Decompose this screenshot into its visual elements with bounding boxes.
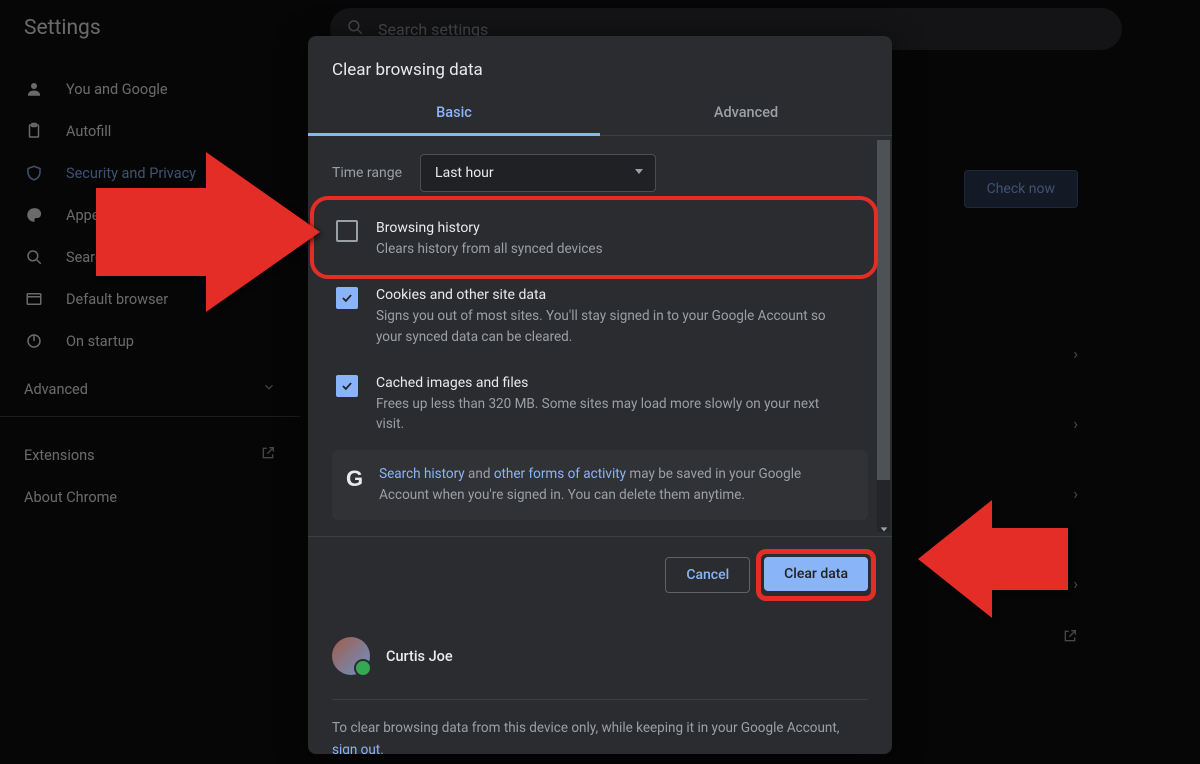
option-desc: Clears history from all synced devices (376, 239, 603, 259)
scrollbar-down-arrow[interactable] (877, 522, 890, 536)
activity-link[interactable]: other forms of activity (494, 466, 626, 482)
checkbox[interactable] (336, 220, 358, 242)
option-cached[interactable]: Cached images and files Frees up less th… (336, 361, 868, 449)
annotation-arrow-right (96, 152, 320, 312)
search-history-link[interactable]: Search history (379, 466, 465, 482)
time-range-label: Time range (332, 165, 402, 181)
chevron-down-icon (633, 165, 645, 181)
user-name: Curtis Joe (386, 648, 453, 665)
text: . (380, 742, 384, 754)
cancel-button[interactable]: Cancel (665, 557, 750, 593)
text: To clear browsing data from this device … (332, 720, 839, 736)
clear-browsing-data-dialog: Clear browsing data Basic Advanced Time … (308, 36, 892, 754)
option-cookies[interactable]: Cookies and other site data Signs you ou… (336, 273, 868, 361)
checkbox[interactable] (336, 287, 358, 309)
avatar (332, 637, 370, 675)
time-range-value: Last hour (435, 165, 494, 181)
clear-data-button[interactable]: Clear data (764, 557, 868, 591)
time-range-select[interactable]: Last hour (420, 154, 656, 192)
option-title: Browsing history (376, 218, 603, 239)
google-g-icon: G (346, 466, 363, 492)
sign-out-note: To clear browsing data from this device … (332, 700, 868, 754)
option-title: Cookies and other site data (376, 285, 846, 306)
annotation-arrow-left (918, 500, 1068, 618)
tab-advanced[interactable]: Advanced (600, 92, 892, 135)
dialog-title: Clear browsing data (308, 36, 892, 92)
signed-in-user: Curtis Joe (332, 627, 868, 700)
tab-basic[interactable]: Basic (308, 92, 600, 135)
option-browsing-history[interactable]: Browsing history Clears history from all… (336, 206, 868, 273)
option-desc: Frees up less than 320 MB. Some sites ma… (376, 394, 846, 435)
option-desc: Signs you out of most sites. You'll stay… (376, 306, 846, 347)
scrollbar-thumb[interactable] (877, 140, 890, 480)
checkbox[interactable] (336, 375, 358, 397)
dialog-tabs: Basic Advanced (308, 92, 892, 136)
dialog-content: Time range Last hour Browsing history Cl… (308, 136, 892, 537)
sign-out-link[interactable]: sign out (332, 742, 380, 754)
option-title: Cached images and files (376, 373, 846, 394)
text: and (465, 466, 494, 482)
google-activity-note: G Search history and other forms of acti… (332, 450, 868, 520)
